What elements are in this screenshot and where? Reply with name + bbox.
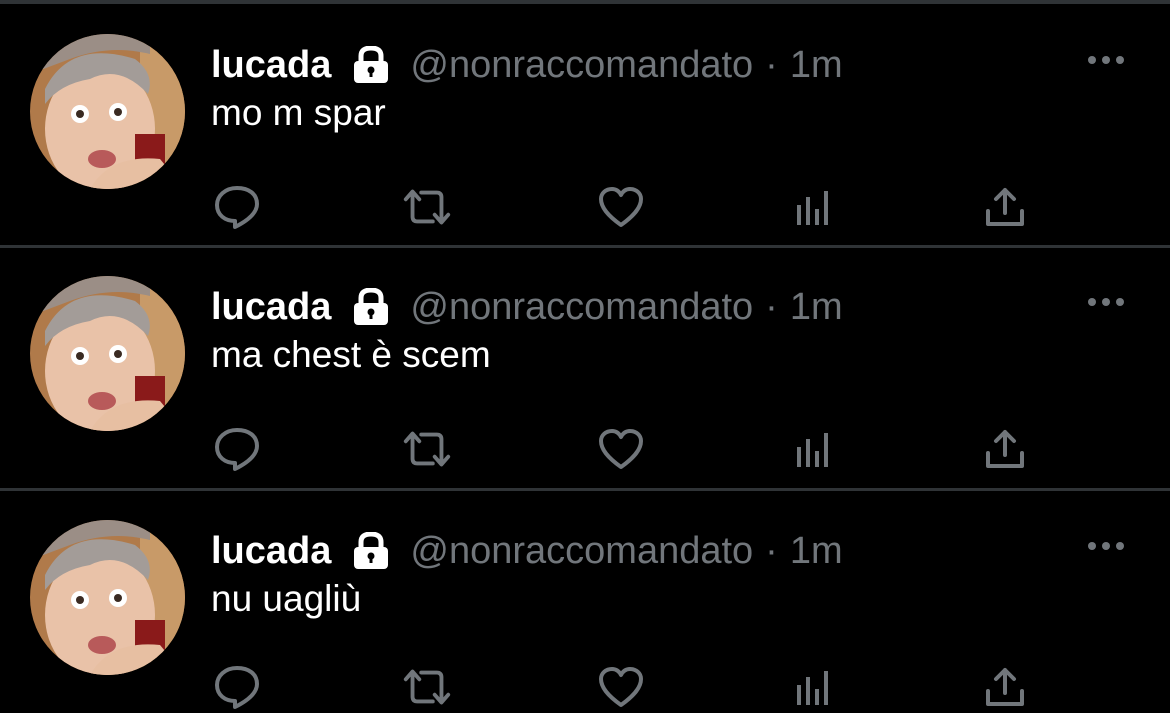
display-name[interactable]: lucada bbox=[211, 530, 331, 573]
tweet-header: lucada @nonraccomandato · 1m bbox=[211, 528, 843, 574]
reply-icon[interactable] bbox=[210, 180, 264, 234]
handle[interactable]: @nonraccomandato bbox=[410, 44, 753, 87]
reply-icon[interactable] bbox=[210, 660, 264, 713]
display-name[interactable]: lucada bbox=[211, 286, 331, 329]
lock-icon bbox=[351, 287, 391, 326]
share-icon[interactable] bbox=[978, 660, 1032, 713]
tweet[interactable]: lucada @nonraccomandato · 1m nu uagliù bbox=[0, 490, 1170, 713]
tweet-text: ma chest è scem bbox=[211, 334, 491, 375]
separator: · bbox=[765, 285, 778, 328]
tweet-header: lucada @nonraccomandato · 1m bbox=[211, 284, 843, 330]
like-icon[interactable] bbox=[594, 422, 648, 476]
tweet[interactable]: lucada @nonraccomandato · 1m ma chest è … bbox=[0, 246, 1170, 489]
retweet-icon[interactable] bbox=[400, 422, 454, 476]
more-options-icon[interactable] bbox=[1086, 292, 1126, 312]
share-icon[interactable] bbox=[978, 422, 1032, 476]
action-bar bbox=[0, 180, 1170, 234]
avatar[interactable] bbox=[30, 34, 185, 189]
timestamp[interactable]: 1m bbox=[790, 44, 843, 87]
more-options-icon[interactable] bbox=[1086, 536, 1126, 556]
timestamp[interactable]: 1m bbox=[790, 286, 843, 329]
handle[interactable]: @nonraccomandato bbox=[410, 286, 753, 329]
like-icon[interactable] bbox=[594, 660, 648, 713]
action-bar bbox=[0, 660, 1170, 713]
analytics-icon[interactable] bbox=[786, 180, 840, 234]
separator: · bbox=[765, 529, 778, 572]
action-bar bbox=[0, 422, 1170, 476]
reply-icon[interactable] bbox=[210, 422, 264, 476]
retweet-icon[interactable] bbox=[400, 660, 454, 713]
retweet-icon[interactable] bbox=[400, 180, 454, 234]
tweet-text: nu uagliù bbox=[211, 578, 362, 619]
display-name[interactable]: lucada bbox=[211, 44, 331, 87]
analytics-icon[interactable] bbox=[786, 422, 840, 476]
like-icon[interactable] bbox=[594, 180, 648, 234]
tweet-text: mo m spar bbox=[211, 92, 386, 133]
tweet-header: lucada @nonraccomandato · 1m bbox=[211, 42, 843, 88]
share-icon[interactable] bbox=[978, 180, 1032, 234]
timeline-feed: lucada @nonraccomandato · 1m mo m spar l… bbox=[0, 0, 1170, 713]
handle[interactable]: @nonraccomandato bbox=[410, 530, 753, 573]
analytics-icon[interactable] bbox=[786, 660, 840, 713]
timestamp[interactable]: 1m bbox=[790, 530, 843, 573]
tweet[interactable]: lucada @nonraccomandato · 1m mo m spar bbox=[0, 4, 1170, 247]
more-options-icon[interactable] bbox=[1086, 50, 1126, 70]
avatar[interactable] bbox=[30, 276, 185, 431]
lock-icon bbox=[351, 531, 391, 570]
avatar[interactable] bbox=[30, 520, 185, 675]
separator: · bbox=[765, 43, 778, 86]
lock-icon bbox=[351, 45, 391, 84]
